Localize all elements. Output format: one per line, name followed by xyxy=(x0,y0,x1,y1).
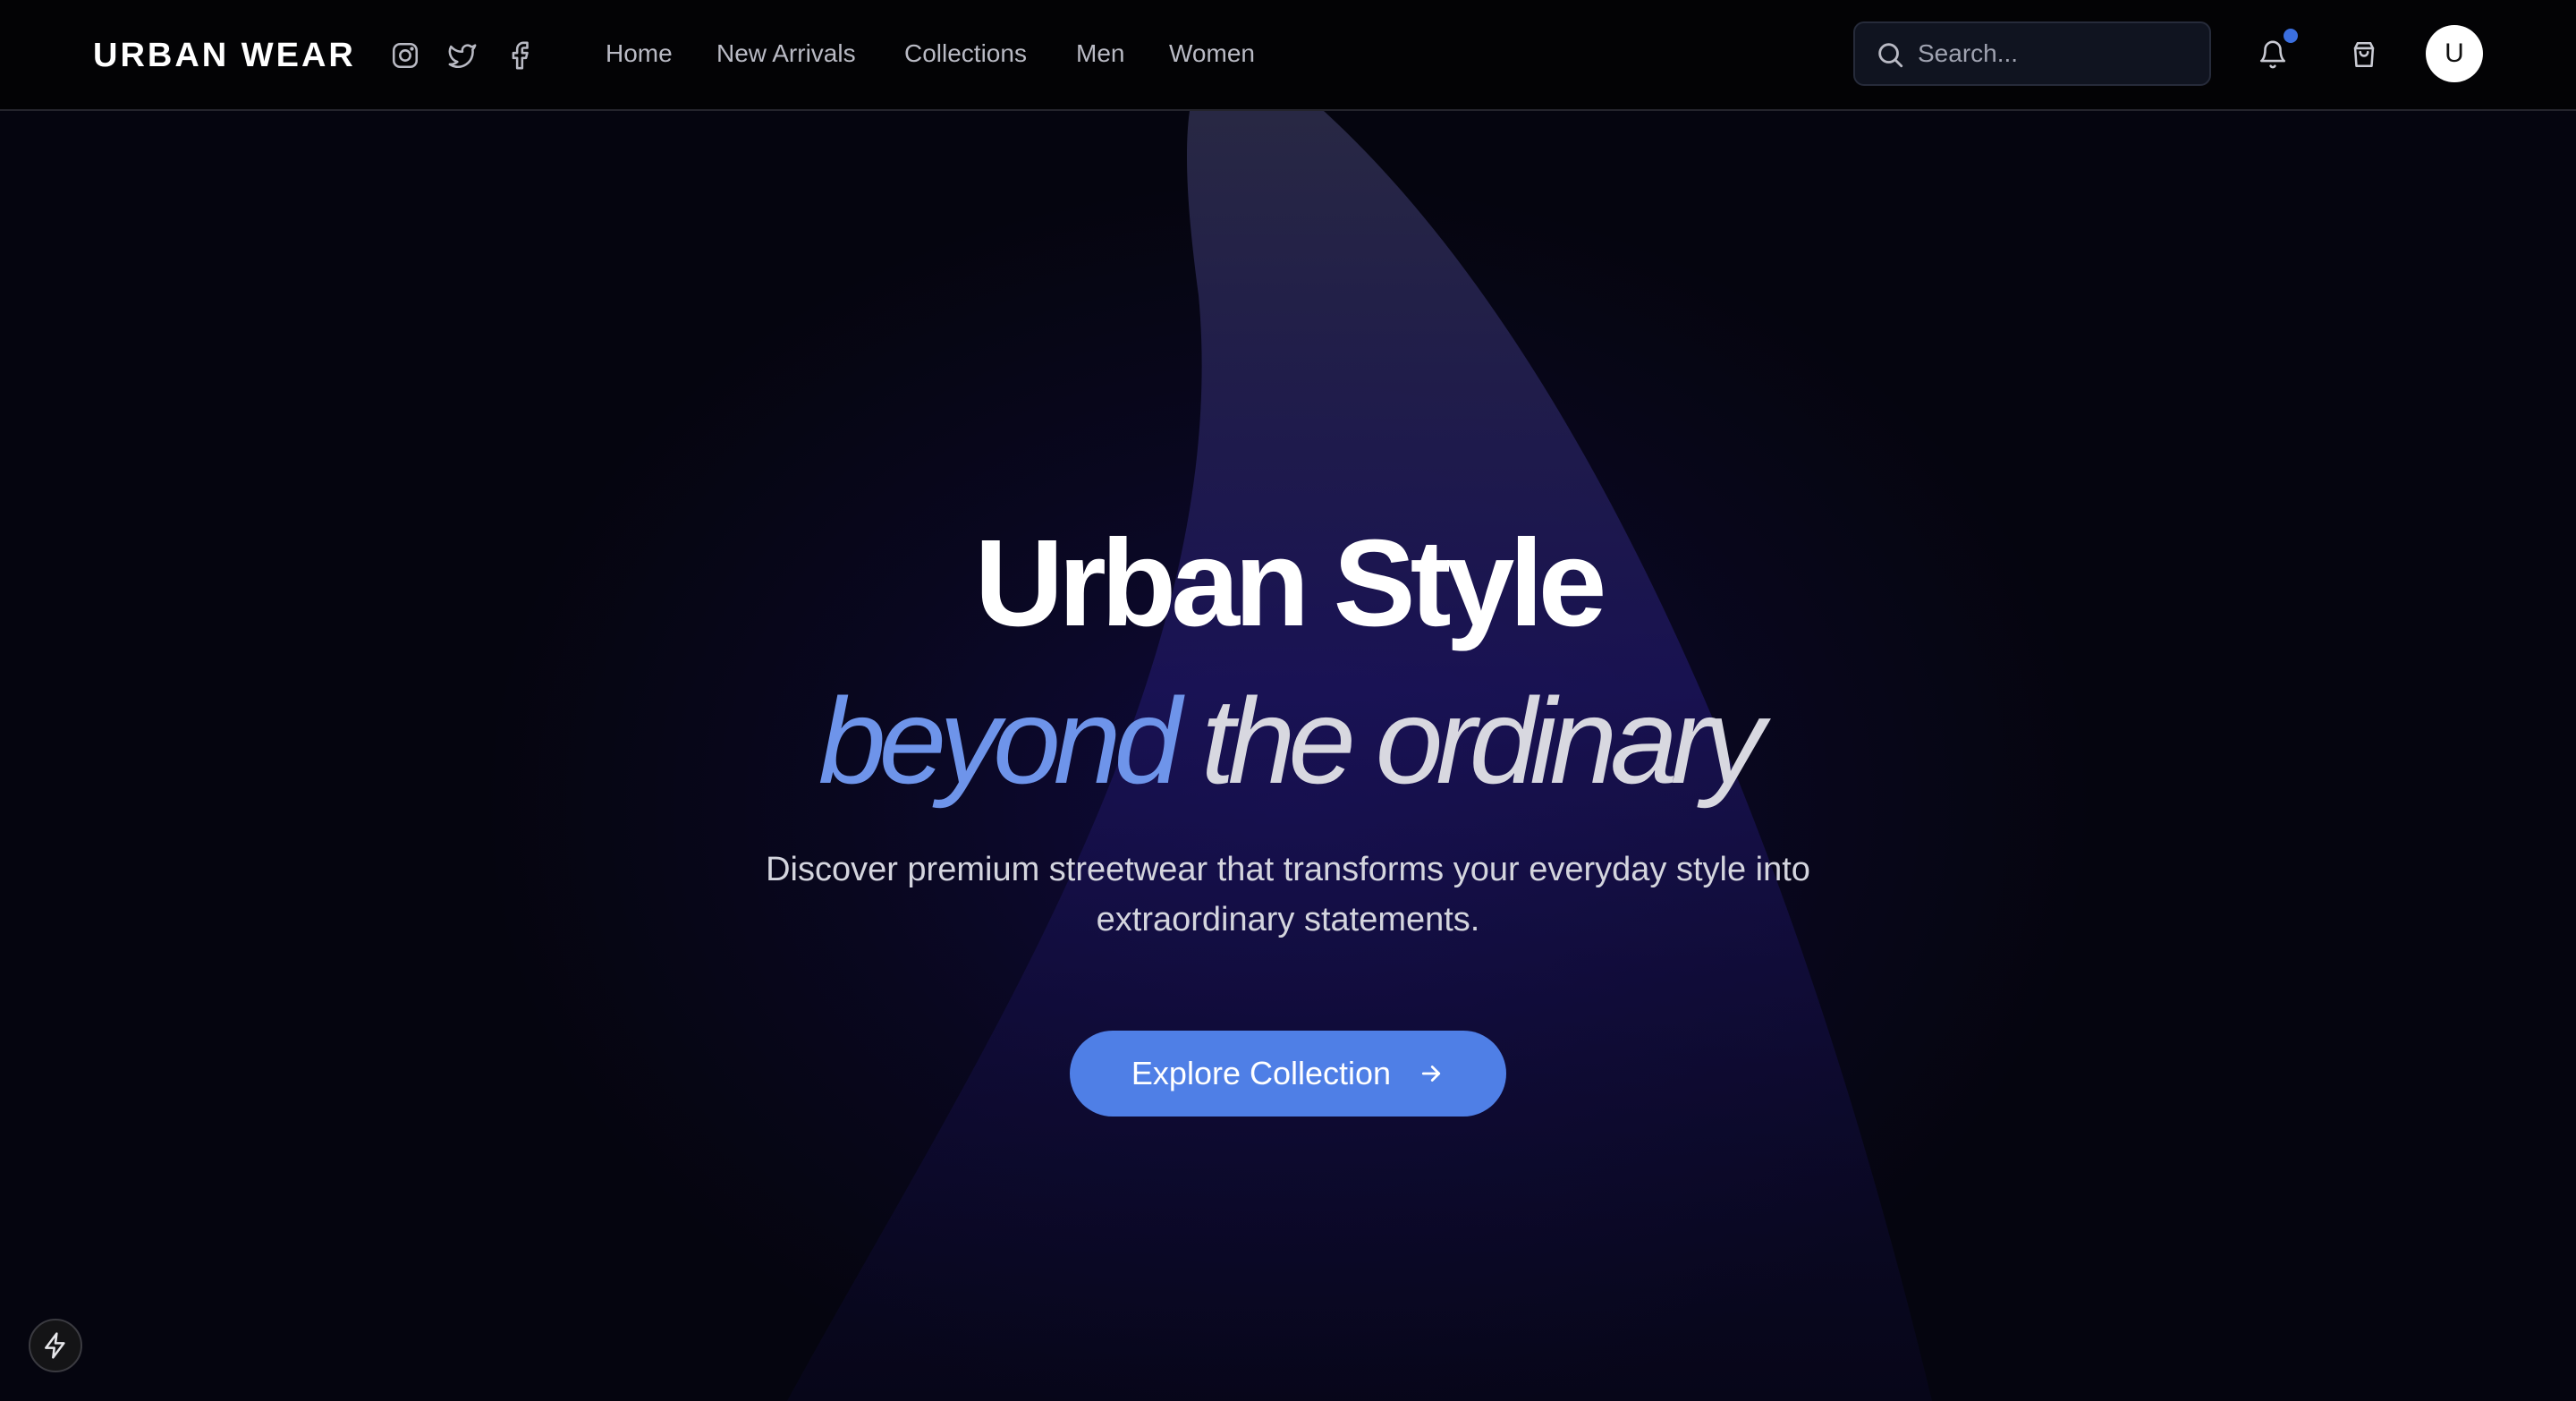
top-navbar: URBAN WEAR Home New Arrivals Collections… xyxy=(0,0,2576,111)
hero-subtitle: beyond the ordinary xyxy=(0,669,2576,812)
notification-dot xyxy=(2284,29,2298,43)
hero-description: Discover premium streetwear that transfo… xyxy=(766,851,1810,938)
page: URBAN WEAR Home New Arrivals Collections… xyxy=(0,0,2576,1401)
hero-subtitle-accent: beyond xyxy=(818,673,1182,809)
nav-men[interactable]: Men xyxy=(1076,34,1124,73)
explore-collection-button[interactable]: Explore Collection xyxy=(1070,1031,1506,1117)
shopping-bag-icon xyxy=(2353,41,2375,68)
hero-title: Urban Style xyxy=(974,514,1607,652)
explore-collection-label: Explore Collection xyxy=(1131,1055,1392,1091)
search-input[interactable] xyxy=(1918,34,2195,73)
search-box xyxy=(1853,21,2211,86)
arrow-right-icon xyxy=(1421,1066,1441,1082)
bell-icon xyxy=(2259,40,2286,69)
nav-collections[interactable]: Collections xyxy=(904,34,1027,73)
nav-women[interactable]: Women xyxy=(1169,34,1255,73)
hero-subtitle-rest: the ordinary xyxy=(1200,673,1765,809)
user-avatar[interactable]: U xyxy=(2426,25,2483,82)
instagram-icon xyxy=(392,42,419,69)
instagram-link[interactable] xyxy=(386,36,425,75)
cart-button[interactable] xyxy=(2342,32,2386,77)
twitter-link[interactable] xyxy=(443,36,482,75)
nav-new-arrivals[interactable]: New Arrivals xyxy=(716,34,856,73)
facebook-icon xyxy=(512,41,529,70)
lightning-bolt-icon xyxy=(45,1332,65,1359)
twitter-icon xyxy=(448,44,477,69)
facebook-link[interactable] xyxy=(500,36,539,75)
search-icon xyxy=(1878,43,1903,68)
nav-home[interactable]: Home xyxy=(606,34,673,73)
brand-logo[interactable]: URBAN WEAR xyxy=(93,32,356,79)
quick-action-button[interactable] xyxy=(29,1319,82,1372)
